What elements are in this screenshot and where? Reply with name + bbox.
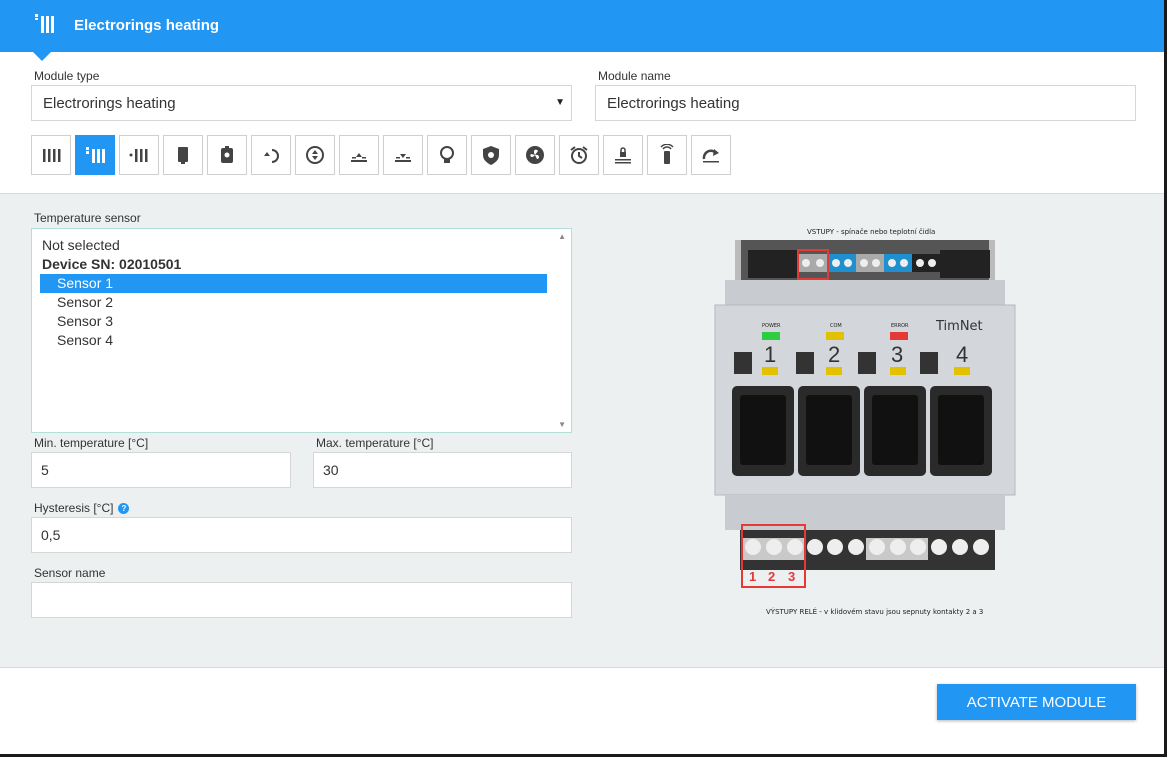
min-temperature-label: Min. temperature [°C] <box>34 436 149 450</box>
shield-icon[interactable] <box>471 135 511 175</box>
module-type-iconbar <box>31 135 735 175</box>
radiator-icon[interactable] <box>31 135 71 175</box>
terminal-number: 1 <box>749 569 757 584</box>
hysteresis-input[interactable]: 0,5 <box>31 517 572 553</box>
brand-logo: TimNet <box>936 319 983 334</box>
hysteresis-label: Hysteresis [°C] <box>34 501 114 515</box>
scroll-down-arrow[interactable]: ▼ <box>558 420 566 429</box>
water-heater-icon[interactable] <box>207 135 247 175</box>
module-type-select[interactable]: Electrorings heating ▼ <box>31 85 572 121</box>
temperature-sensor-list[interactable]: Not selected Device SN: 02010501 Sensor … <box>31 228 572 433</box>
module-name-value: Electrorings heating <box>607 94 740 112</box>
terminal-number: 2 <box>768 569 776 584</box>
boiler-icon[interactable] <box>163 135 203 175</box>
led-label-com: COM <box>830 323 842 329</box>
sensor-name-label: Sensor name <box>34 566 106 580</box>
terminal-number: 3 <box>788 569 796 584</box>
module-name-label: Module name <box>598 69 671 83</box>
floor-heating-icon[interactable] <box>339 135 379 175</box>
channel-number: 3 <box>891 342 904 367</box>
channel-number: 1 <box>764 342 777 367</box>
outputs-caption: VÝSTUPY RELÉ - v klidovém stavu jsou sep… <box>766 608 984 616</box>
hysteresis-label-wrap: Hysteresis [°C]? <box>34 501 130 515</box>
module-name-input[interactable]: Electrorings heating <box>595 85 1136 121</box>
module-type-value: Electrorings heating <box>43 94 176 112</box>
min-temperature-value: 5 <box>41 462 49 478</box>
list-item[interactable]: Not selected <box>40 236 547 255</box>
max-temperature-label: Max. temperature [°C] <box>316 436 434 450</box>
heating-dots-icon[interactable] <box>119 135 159 175</box>
min-temperature-input[interactable]: 5 <box>31 452 291 488</box>
list-item[interactable]: Sensor 1 <box>40 274 547 293</box>
lock-icon[interactable] <box>603 135 643 175</box>
module-settings-window: Electrorings heating Module type Electro… <box>0 0 1167 757</box>
channel-number: 2 <box>828 342 841 367</box>
max-temperature-value: 30 <box>323 462 339 478</box>
recirculation-icon[interactable] <box>251 135 291 175</box>
max-temperature-input[interactable]: 30 <box>313 452 572 488</box>
list-item[interactable]: Sensor 4 <box>40 331 547 350</box>
led-label-error: ERROR <box>891 323 909 329</box>
header-title: Electrorings heating <box>74 17 220 34</box>
fan-icon[interactable] <box>515 135 555 175</box>
temperature-sensor-label: Temperature sensor <box>34 211 141 225</box>
header-bar: Electrorings heating <box>0 0 1164 61</box>
module-type-label: Module type <box>34 69 100 83</box>
scroll-up-arrow[interactable]: ▲ <box>558 232 566 241</box>
relay-module-illustration: VSTUPY - spínače nebo teplotní čidla POW… <box>700 220 1020 620</box>
list-item[interactable]: Sensor 2 <box>40 293 547 312</box>
led-label-power: POWER <box>762 323 781 329</box>
redo-arrow-icon[interactable] <box>691 135 731 175</box>
light-bulb-icon[interactable] <box>427 135 467 175</box>
remote-control-icon[interactable] <box>647 135 687 175</box>
header-pointer <box>33 52 51 61</box>
chevron-down-icon: ▼ <box>555 97 565 108</box>
radiator-icon <box>34 14 56 39</box>
electro-radiator-icon[interactable] <box>75 135 115 175</box>
floor-cooling-icon[interactable] <box>383 135 423 175</box>
relay-module-graphic <box>714 240 1016 588</box>
help-icon[interactable]: ? <box>118 503 130 514</box>
hysteresis-value: 0,5 <box>41 527 61 543</box>
channel-number: 4 <box>956 342 969 367</box>
alarm-clock-icon[interactable] <box>559 135 599 175</box>
list-item[interactable]: Sensor 3 <box>40 312 547 331</box>
device-group-header: Device SN: 02010501 <box>42 256 182 272</box>
sensor-name-input[interactable] <box>31 582 572 618</box>
pump-icon[interactable] <box>295 135 335 175</box>
activate-module-button[interactable]: ACTIVATE MODULE <box>937 684 1136 720</box>
